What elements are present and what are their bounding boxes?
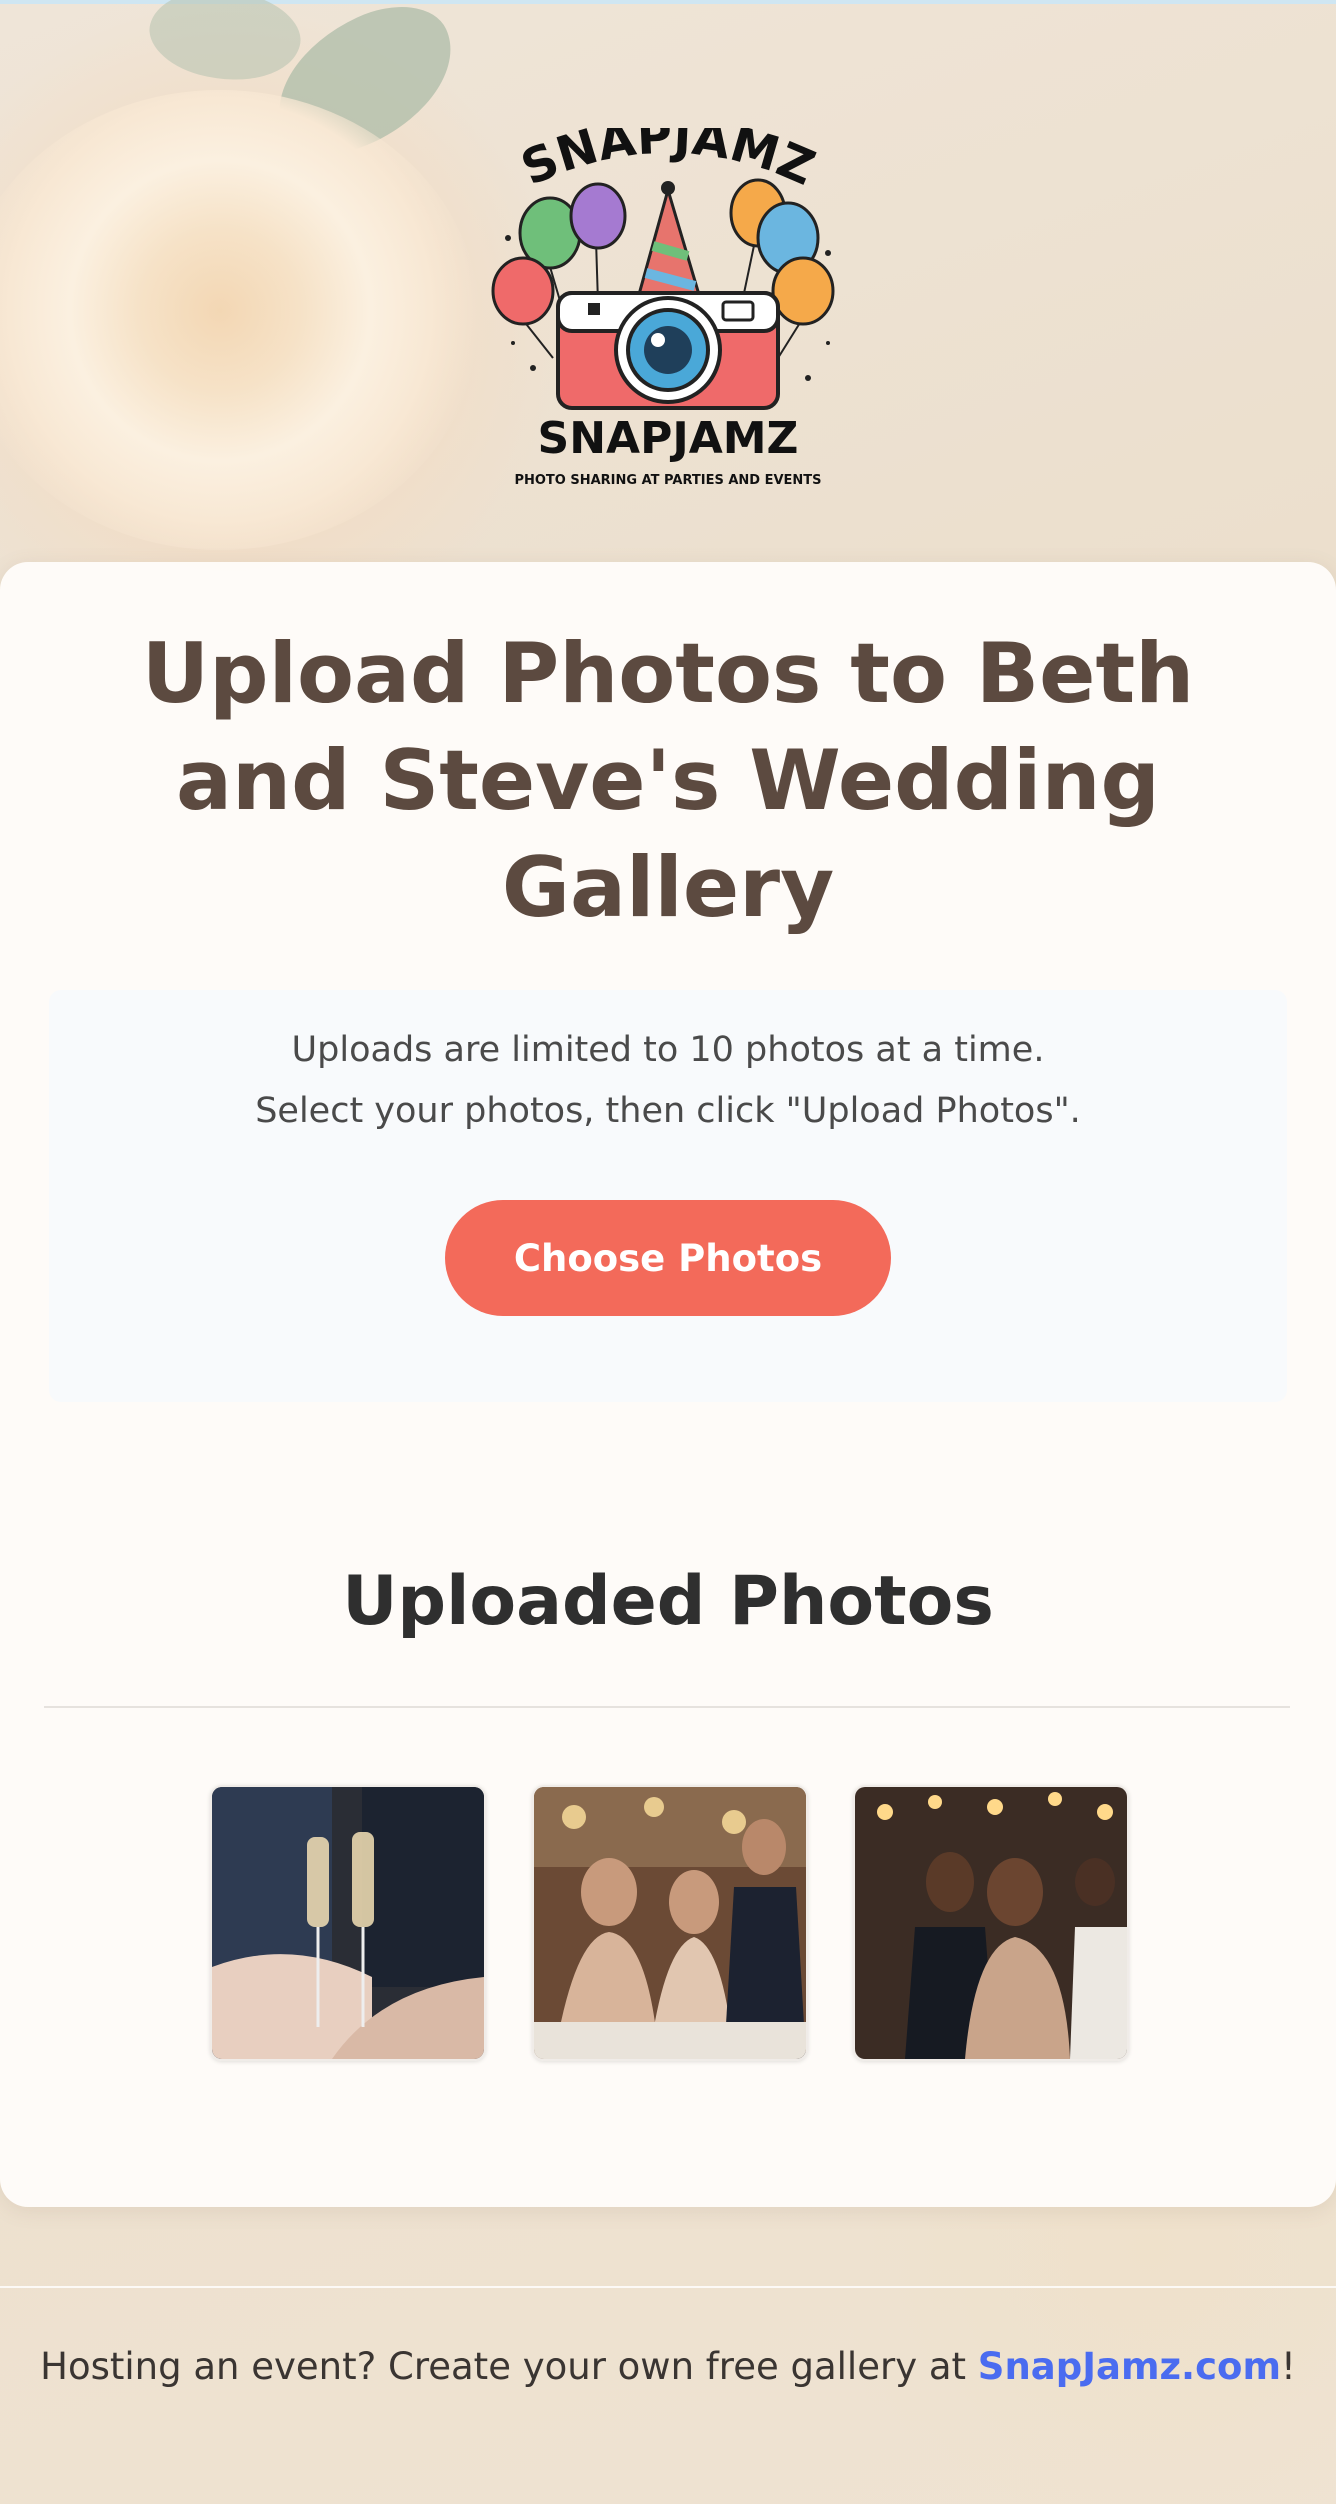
footer-text: Hosting an event? Create your own free g… xyxy=(40,2345,978,2388)
party-hat-icon xyxy=(636,181,703,300)
footer-divider xyxy=(0,2286,1336,2288)
choose-photos-button[interactable]: Choose Photos xyxy=(445,1200,891,1316)
section-divider xyxy=(44,1706,1290,1708)
leaf-decoration xyxy=(140,0,310,98)
footer: Hosting an event? Create your own free g… xyxy=(0,2345,1336,2388)
guests-at-table-photo[interactable] xyxy=(532,1785,808,2061)
page-title: Upload Photos to Beth and Steve's Weddin… xyxy=(141,625,1195,936)
upload-card: Upload Photos to Beth and Steve's Weddin… xyxy=(0,562,1336,2207)
uploaded-photos-heading: Uploaded Photos xyxy=(342,1562,994,1641)
footer-text-end: ! xyxy=(1281,2345,1296,2388)
upload-instructions-text: Select your photos, then click "Upload P… xyxy=(255,1091,1081,1131)
rose-decoration xyxy=(0,90,480,550)
couple-at-reception-photo[interactable] xyxy=(853,1785,1129,2061)
svg-text:PHOTO SHARING AT PARTIES AND E: PHOTO SHARING AT PARTIES AND EVENTS xyxy=(514,473,821,488)
champagne-toast-photo[interactable] xyxy=(210,1785,486,2061)
upload-info-box: Uploads are limited to 10 photos at a ti… xyxy=(49,990,1287,1402)
snapjamz-link[interactable]: SnapJamz.com xyxy=(978,2345,1281,2388)
upload-limit-text: Uploads are limited to 10 photos at a ti… xyxy=(291,1030,1045,1070)
svg-text:SNAPJAMZ: SNAPJAMZ xyxy=(538,413,799,464)
snapjamz-logo[interactable]: SNAPJAMZ SNAPJAMZ PHOTO SHARING AT PARTI… xyxy=(488,109,848,498)
camera-icon xyxy=(556,291,780,410)
